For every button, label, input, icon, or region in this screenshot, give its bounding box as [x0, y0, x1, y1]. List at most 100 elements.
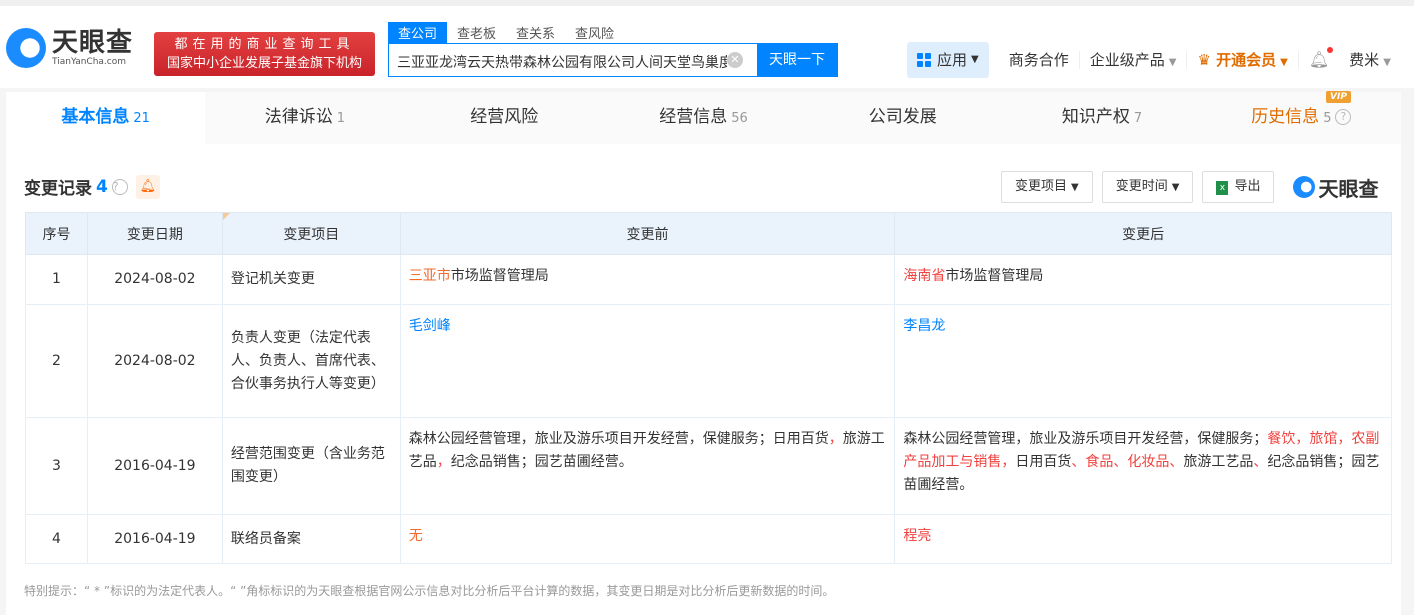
- tab-count: 7: [1133, 111, 1143, 126]
- tab-risk[interactable]: 经营风险: [405, 92, 604, 144]
- person-link[interactable]: 毛剑峰: [409, 318, 451, 334]
- change-date: 2016-04-19: [86, 514, 223, 564]
- text-segment: 程亮: [903, 528, 932, 544]
- col-header-no: 序号: [25, 212, 88, 255]
- tab-development[interactable]: 公司发展: [803, 92, 1002, 144]
- person-link[interactable]: 李昌龙: [903, 318, 945, 334]
- search-tab-risk[interactable]: 查风险: [565, 22, 624, 43]
- help-icon[interactable]: ?: [1335, 109, 1352, 125]
- tab-count: 5: [1323, 111, 1332, 126]
- slogan-banner[interactable]: 都在用的商业查询工具 国家中小企业发展子基金旗下机构: [154, 32, 375, 76]
- text-segment: 、食品、化妆品、: [1071, 454, 1184, 470]
- slogan-line1: 都在用的商业查询工具: [174, 37, 355, 52]
- value-after: 李昌龙: [894, 304, 1392, 418]
- row-number: 4: [25, 514, 88, 564]
- apps-grid-icon: [917, 53, 931, 67]
- filter-item-dropdown[interactable]: 变更项目 ▼: [1001, 171, 1093, 203]
- filter-time-dropdown[interactable]: 变更时间 ▼: [1101, 171, 1194, 203]
- apps-label: 应用: [937, 51, 968, 69]
- table-row: 1 2024-08-02 登记机关变更 三亚市市场监督管理局 海南省市场监督管理局: [25, 254, 1392, 305]
- clear-icon[interactable]: ✕: [727, 52, 743, 68]
- nav-business[interactable]: 商务合作: [999, 51, 1079, 69]
- tab-label: 公司发展: [868, 107, 937, 127]
- search-button[interactable]: 天眼一下: [757, 44, 837, 76]
- tab-count: 56: [731, 111, 748, 126]
- search-tab-boss[interactable]: 查老板: [447, 22, 506, 43]
- section-title: 变更记录: [24, 179, 92, 199]
- tab-count: 21: [133, 111, 150, 126]
- change-item: 经营范围变更（含业务范围变更）: [221, 417, 401, 515]
- search-tab-company[interactable]: 查公司: [388, 22, 448, 43]
- tab-basic-info[interactable]: 基本信息 21: [6, 92, 206, 144]
- vip-badge: VIP: [1326, 91, 1351, 103]
- change-date: 2024-08-02: [86, 304, 223, 418]
- crown-icon: ♛: [1197, 51, 1211, 69]
- export-button[interactable]: x 导出: [1202, 171, 1275, 203]
- tab-label: 法律诉讼: [264, 107, 333, 127]
- export-label: 导出: [1234, 179, 1261, 194]
- bell-icon: 🔔︎: [1309, 47, 1334, 69]
- change-date: 2016-04-19: [86, 417, 223, 515]
- apps-menu[interactable]: 应用 ▼: [907, 42, 989, 78]
- search-box: 三亚亚龙湾云天热带森林公园有限公司人间天堂鸟巢度 ✕ 天眼一下: [388, 43, 838, 77]
- nav-enterprise-label: 企业级产品: [1089, 51, 1165, 69]
- tab-business-info[interactable]: 经营信息 56: [604, 92, 803, 144]
- notification-button[interactable]: 🔔︎: [1297, 47, 1339, 69]
- help-icon[interactable]: ?: [111, 178, 128, 195]
- tab-label: 历史信息: [1251, 107, 1320, 127]
- user-menu[interactable]: 费米 ▼: [1339, 51, 1401, 69]
- col-header-after: 变更后: [894, 212, 1392, 255]
- row-number: 2: [25, 304, 88, 418]
- footnote: 特别提示：“ * ”标识的为法定代表人。“ ”角标标识的为天眼查根据官网公示信息…: [24, 584, 835, 598]
- brand-logo: 天眼查: [1293, 173, 1378, 202]
- logo[interactable]: 天眼查 TianYanCha.com: [6, 28, 133, 68]
- tab-legal[interactable]: 法律诉讼 1: [205, 92, 404, 144]
- search-tab-relation[interactable]: 查关系: [506, 22, 565, 43]
- text-segment: 三亚市: [408, 268, 451, 284]
- brand-text: 天眼查: [1318, 176, 1379, 201]
- text-segment: 市场监督管理局: [450, 268, 549, 284]
- top-bar: 天眼查 TianYanCha.com 都在用的商业查询工具 国家中小企业发展子基金旗…: [0, 0, 1414, 88]
- caret-down-icon: ▼: [1171, 182, 1180, 193]
- excel-icon: x: [1216, 181, 1229, 195]
- value-before: 无: [399, 514, 896, 564]
- section-count: 4: [96, 176, 108, 197]
- value-before: 三亚市市场监督管理局: [399, 254, 896, 305]
- value-after: 森林公园经营管理，旅业及游乐项目开发经营，保健服务；餐饮，旅馆，农副产品加工与销…: [894, 417, 1392, 515]
- text-segment: 海南省: [903, 268, 946, 284]
- caret-down-icon: ▼: [1168, 57, 1177, 68]
- table-row: 4 2016-04-19 联络员备案无 程亮: [25, 514, 1392, 564]
- tab-ip[interactable]: 知识产权 7: [1002, 92, 1201, 144]
- filter-item-label: 变更项目: [1015, 179, 1068, 194]
- caret-down-icon: ▼: [971, 54, 979, 65]
- caret-down-icon: ▼: [1383, 57, 1391, 68]
- table-row: 3 2016-04-19 经营范围变更（含业务范围变更） 森林公园经营管理，旅业及游乐…: [25, 417, 1392, 515]
- value-before: 森林公园经营管理，旅业及游乐项目开发经营，保健服务；日用百货，旅游工艺品，纪念品…: [399, 417, 896, 515]
- nav-vip-label: 开通会员: [1216, 51, 1277, 69]
- col-header-item: 变更项目: [221, 212, 401, 255]
- text-segment: ，: [828, 431, 843, 447]
- text-segment: 、: [1253, 454, 1268, 470]
- tab-label: 经营风险: [470, 107, 539, 127]
- tab-label: 经营信息: [659, 107, 728, 127]
- tab-history[interactable]: 历史信息 5?: [1202, 92, 1401, 144]
- text-segment: 森林公园经营管理，旅业及游乐项目开发经营，保健服务；: [903, 431, 1268, 447]
- row-number: 3: [25, 417, 88, 515]
- text-segment: 纪念品销售；园艺苗圃经营。: [450, 454, 633, 470]
- text-segment: 森林公园经营管理，旅业及游乐项目开发经营，保健服务；日用百货: [408, 431, 829, 447]
- row-number: 1: [25, 254, 88, 305]
- logo-domain: TianYanCha.com: [52, 57, 127, 67]
- text-segment: 无: [408, 528, 423, 544]
- text-segment: 市场监督管理局: [945, 268, 1044, 284]
- caret-down-icon: ▼: [1280, 57, 1288, 68]
- nav-enterprise[interactable]: 企业级产品 ▼: [1078, 51, 1187, 69]
- col-header-date: 变更日期: [86, 212, 223, 255]
- nav-vip[interactable]: ♛ 开通会员 ▼: [1186, 51, 1297, 69]
- change-records-panel: 变更记录 4 ? 🔔︎ 变更项目 ▼ 变更时间 ▼ x 导出 天眼查 序号 变更日期 …: [6, 144, 1401, 615]
- logo-text: 天眼查: [52, 28, 134, 58]
- filter-time-label: 变更时间: [1115, 179, 1168, 194]
- change-date: 2024-08-02: [86, 254, 223, 305]
- text-segment: 日用百货: [1015, 454, 1072, 470]
- search-input[interactable]: 三亚亚龙湾云天热带森林公园有限公司人间天堂鸟巢度: [389, 44, 727, 76]
- subscribe-bell-icon[interactable]: 🔔︎: [135, 174, 160, 199]
